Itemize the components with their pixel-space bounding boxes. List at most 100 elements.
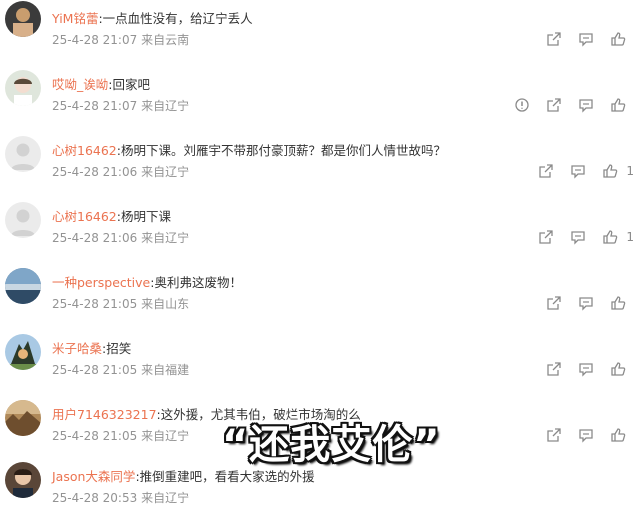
comment-text: YiM铭蕾:一点血性没有，给辽宁丢人 — [52, 8, 253, 27]
comment-actions: 1 — [522, 228, 634, 246]
comment-row: 哎呦_诶呦:回家吧 25-4-28 21:07 来自辽宁 — [0, 66, 640, 132]
comment-icon — [571, 165, 586, 179]
timestamp: 25-4-28 21:07 — [52, 33, 138, 47]
comment-icon — [579, 429, 593, 443]
comment-body: :一点血性没有，给辽宁丢人 — [98, 11, 253, 26]
like-count: 1 — [626, 230, 634, 244]
avatar[interactable] — [5, 70, 41, 106]
reply-button[interactable] — [578, 295, 594, 311]
thumbs-up-icon — [611, 32, 626, 46]
comment-meta: 25-4-28 21:05 来自福建 — [52, 361, 189, 378]
reply-button[interactable] — [578, 97, 594, 113]
comment-actions — [530, 426, 634, 444]
reply-button[interactable] — [570, 163, 586, 179]
like-button[interactable]: 1 — [602, 229, 634, 245]
comment-text: 米子哈桑:招笑 — [52, 338, 131, 357]
share-icon — [547, 32, 561, 46]
comment-actions: 1 — [522, 162, 634, 180]
timestamp: 25-4-28 21:06 — [52, 165, 138, 179]
comment-meta: 25-4-28 21:06 来自辽宁 — [52, 163, 189, 180]
like-count: 1 — [626, 164, 634, 178]
share-button[interactable] — [546, 427, 562, 443]
username-link[interactable]: 心树16462 — [52, 209, 117, 224]
comment-meta: 25-4-28 21:07 来自云南 — [52, 31, 189, 48]
reply-button[interactable] — [570, 229, 586, 245]
avatar[interactable] — [5, 202, 41, 238]
comment-meta: 25-4-28 21:05 来自辽宁 — [52, 427, 189, 444]
location: 来自辽宁 — [141, 429, 190, 443]
comment-text: 一种perspective:奥利弗这废物！ — [52, 272, 242, 291]
share-button[interactable] — [546, 295, 562, 311]
like-button[interactable]: 1 — [602, 163, 634, 179]
report-button[interactable] — [514, 97, 530, 113]
timestamp: 25-4-28 21:05 — [52, 429, 138, 443]
share-button[interactable] — [538, 229, 554, 245]
avatar[interactable] — [5, 1, 41, 37]
comment-row: 心树16462:杨明下课。刘雁宇不带那付豪顶薪？都是你们人情世故吗？ 25-4-… — [0, 132, 640, 198]
comment-text: 哎呦_诶呦:回家吧 — [52, 74, 150, 93]
username-link[interactable]: YiM铭蕾 — [52, 11, 98, 26]
thumbs-up-icon — [611, 428, 626, 442]
alert-icon — [515, 98, 529, 112]
comment-meta: 25-4-28 21:06 来自辽宁 — [52, 229, 189, 246]
avatar[interactable] — [5, 136, 41, 172]
comment-icon — [579, 99, 593, 113]
location: 来自辽宁 — [141, 99, 190, 113]
share-icon — [547, 428, 561, 442]
thumbs-up-icon — [603, 230, 618, 244]
like-button[interactable] — [610, 31, 634, 47]
comment-icon — [579, 363, 593, 377]
like-button[interactable] — [610, 97, 634, 113]
share-icon — [539, 230, 554, 244]
share-icon — [547, 98, 561, 112]
comment-body: :杨明下课。刘雁宇不带那付豪顶薪？都是你们人情世故吗？ — [116, 143, 446, 158]
thumbs-up-icon — [611, 296, 626, 310]
timestamp: 25-4-28 21:06 — [52, 231, 138, 245]
comment-icon — [579, 33, 593, 47]
comment-icon — [579, 297, 593, 311]
thumbs-up-icon — [611, 98, 626, 112]
username-link[interactable]: 心树16462 — [52, 143, 117, 158]
username-link[interactable]: 一种perspective — [52, 275, 150, 290]
avatar[interactable] — [5, 334, 41, 370]
share-icon — [539, 164, 554, 178]
location: 来自辽宁 — [141, 491, 190, 505]
location: 来自辽宁 — [141, 165, 190, 179]
like-button[interactable] — [610, 427, 634, 443]
reply-button[interactable] — [578, 361, 594, 377]
avatar[interactable] — [5, 268, 41, 304]
comment-body: :杨明下课 — [116, 209, 171, 224]
username-link[interactable]: 米子哈桑 — [52, 341, 102, 356]
avatar[interactable] — [5, 462, 41, 498]
location: 来自山东 — [141, 297, 190, 311]
like-button[interactable] — [610, 295, 634, 311]
share-button[interactable] — [546, 31, 562, 47]
comment-body: :奥利弗这废物！ — [150, 275, 242, 290]
share-button[interactable] — [546, 97, 562, 113]
share-icon — [547, 362, 561, 376]
comment-meta: 25-4-28 21:05 来自山东 — [52, 295, 189, 312]
timestamp: 25-4-28 21:05 — [52, 297, 138, 311]
timestamp: 25-4-28 20:53 — [52, 491, 138, 505]
comment-icon — [571, 231, 586, 245]
comment-body: :回家吧 — [108, 77, 150, 92]
location: 来自云南 — [141, 33, 190, 47]
username-link[interactable]: 哎呦_诶呦 — [52, 77, 108, 92]
reply-button[interactable] — [578, 31, 594, 47]
share-icon — [547, 296, 561, 310]
timestamp: 25-4-28 21:05 — [52, 363, 138, 377]
location: 来自福建 — [141, 363, 190, 377]
comment-actions — [530, 360, 634, 378]
share-button[interactable] — [538, 163, 554, 179]
comment-body: :招笑 — [102, 341, 132, 356]
like-button[interactable] — [610, 361, 634, 377]
username-link[interactable]: 用户7146323217 — [52, 407, 157, 422]
reply-button[interactable] — [578, 427, 594, 443]
share-button[interactable] — [546, 361, 562, 377]
username-link[interactable]: Jason大森同学 — [52, 469, 135, 484]
avatar[interactable] — [5, 400, 41, 436]
comment-actions — [530, 294, 634, 312]
comment-row: 心树16462:杨明下课 25-4-28 21:06 来自辽宁 1 — [0, 198, 640, 264]
location: 来自辽宁 — [141, 231, 190, 245]
timestamp: 25-4-28 21:07 — [52, 99, 138, 113]
